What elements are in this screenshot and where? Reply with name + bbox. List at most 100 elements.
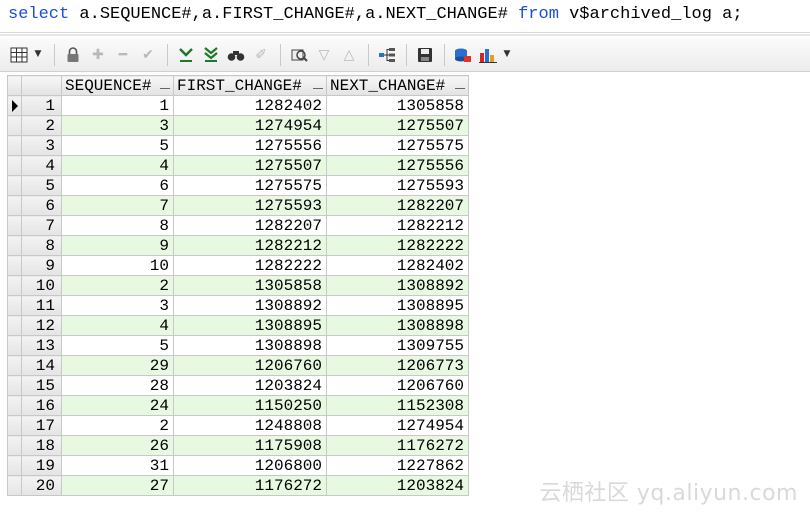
cell-first-change[interactable]: 1248808 [173, 415, 327, 436]
cell-first-change[interactable]: 1275556 [173, 135, 327, 156]
row-marker[interactable] [7, 95, 22, 116]
cell-first-change[interactable]: 1282212 [173, 235, 327, 256]
fetch-all-icon[interactable] [200, 44, 222, 66]
row-marker[interactable] [7, 235, 22, 256]
cell-sequence[interactable]: 31 [61, 455, 174, 476]
tree-icon[interactable] [376, 44, 398, 66]
cell-sequence[interactable]: 6 [61, 175, 174, 196]
row-marker[interactable] [7, 275, 22, 296]
cell-first-change[interactable]: 1308898 [173, 335, 327, 356]
row-number[interactable]: 7 [21, 215, 62, 236]
cell-first-change[interactable]: 1275575 [173, 175, 327, 196]
cell-first-change[interactable]: 1275507 [173, 155, 327, 176]
table-row[interactable]: 13 5 1308898 1309755 [7, 335, 469, 356]
row-marker[interactable] [7, 355, 22, 376]
cell-sequence[interactable]: 26 [61, 435, 174, 456]
cell-sequence[interactable]: 5 [61, 335, 174, 356]
cell-next-change[interactable]: 1176272 [326, 435, 469, 456]
cell-first-change[interactable]: 1305858 [173, 275, 327, 296]
sql-editor[interactable]: select a.SEQUENCE#,a.FIRST_CHANGE#,a.NEX… [0, 0, 810, 33]
check-icon[interactable]: ✔ [137, 44, 159, 66]
table-row[interactable]: 8 9 1282212 1282222 [7, 235, 469, 256]
cell-first-change[interactable]: 1150250 [173, 395, 327, 416]
row-number[interactable]: 16 [21, 395, 62, 416]
cell-sequence[interactable]: 4 [61, 315, 174, 336]
cell-sequence[interactable]: 3 [61, 295, 174, 316]
fetch-next-icon[interactable] [175, 44, 197, 66]
cell-next-change[interactable]: 1275507 [326, 115, 469, 136]
cell-sequence[interactable]: 28 [61, 375, 174, 396]
table-row[interactable]: 16 24 1150250 1152308 [7, 395, 469, 416]
query-by-example-icon[interactable] [288, 44, 310, 66]
row-number[interactable]: 8 [21, 235, 62, 256]
table-row[interactable]: 12 4 1308895 1308898 [7, 315, 469, 336]
cell-sequence[interactable]: 5 [61, 135, 174, 156]
table-row[interactable]: 7 8 1282207 1282212 [7, 215, 469, 236]
cell-next-change[interactable]: 1206760 [326, 375, 469, 396]
row-number[interactable]: 2 [21, 115, 62, 136]
cell-sequence[interactable]: 27 [61, 475, 174, 496]
column-menu-icon[interactable] [455, 88, 465, 89]
cell-first-change[interactable]: 1282402 [173, 95, 327, 116]
row-marker[interactable] [7, 315, 22, 336]
cell-next-change[interactable]: 1309755 [326, 335, 469, 356]
row-number[interactable]: 12 [21, 315, 62, 336]
cell-next-change[interactable]: 1282222 [326, 235, 469, 256]
chart-icon[interactable] [477, 44, 499, 66]
save-icon[interactable] [414, 44, 436, 66]
row-marker[interactable] [7, 215, 22, 236]
row-marker[interactable] [7, 335, 22, 356]
table-row[interactable]: 17 2 1248808 1274954 [7, 415, 469, 436]
column-menu-icon[interactable] [313, 88, 323, 89]
table-row[interactable]: 4 4 1275507 1275556 [7, 155, 469, 176]
cell-sequence[interactable]: 24 [61, 395, 174, 416]
table-row[interactable]: 6 7 1275593 1282207 [7, 195, 469, 216]
lock-icon[interactable] [62, 44, 84, 66]
row-number[interactable]: 10 [21, 275, 62, 296]
cell-first-change[interactable]: 1282207 [173, 215, 327, 236]
row-marker[interactable] [7, 395, 22, 416]
dropdown-arrow-icon[interactable]: ▼ [502, 44, 512, 66]
row-marker[interactable] [7, 175, 22, 196]
column-menu-icon[interactable] [160, 88, 170, 89]
cell-next-change[interactable]: 1275556 [326, 155, 469, 176]
row-marker[interactable] [7, 115, 22, 136]
clear-icon[interactable]: ✐ [250, 44, 272, 66]
row-number[interactable]: 14 [21, 355, 62, 376]
row-number[interactable]: 18 [21, 435, 62, 456]
cell-first-change[interactable]: 1176272 [173, 475, 327, 496]
cell-first-change[interactable]: 1203824 [173, 375, 327, 396]
cell-next-change[interactable]: 1308892 [326, 275, 469, 296]
cell-first-change[interactable]: 1282222 [173, 255, 327, 276]
cell-first-change[interactable]: 1206760 [173, 355, 327, 376]
row-number[interactable]: 20 [21, 475, 62, 496]
row-number[interactable]: 17 [21, 415, 62, 436]
table-row[interactable]: 19 31 1206800 1227862 [7, 455, 469, 476]
export-icon[interactable] [452, 44, 474, 66]
cell-next-change[interactable]: 1206773 [326, 355, 469, 376]
cell-first-change[interactable]: 1275593 [173, 195, 327, 216]
cell-first-change[interactable]: 1274954 [173, 115, 327, 136]
cell-first-change[interactable]: 1308892 [173, 295, 327, 316]
row-number[interactable]: 9 [21, 255, 62, 276]
table-row[interactable]: 5 6 1275575 1275593 [7, 175, 469, 196]
row-marker[interactable] [7, 255, 22, 276]
cell-next-change[interactable]: 1308898 [326, 315, 469, 336]
cell-next-change[interactable]: 1275575 [326, 135, 469, 156]
cell-next-change[interactable]: 1308895 [326, 295, 469, 316]
cell-next-change[interactable]: 1227862 [326, 455, 469, 476]
column-header-first-change[interactable]: FIRST_CHANGE# [173, 75, 327, 96]
row-marker[interactable] [7, 135, 22, 156]
row-number[interactable]: 15 [21, 375, 62, 396]
row-marker[interactable] [7, 455, 22, 476]
table-row[interactable]: 11 3 1308892 1308895 [7, 295, 469, 316]
cell-sequence[interactable]: 10 [61, 255, 174, 276]
cell-sequence[interactable]: 3 [61, 115, 174, 136]
row-number[interactable]: 4 [21, 155, 62, 176]
cell-next-change[interactable]: 1305858 [326, 95, 469, 116]
row-marker[interactable] [7, 475, 22, 496]
cell-first-change[interactable]: 1175908 [173, 435, 327, 456]
cell-sequence[interactable]: 9 [61, 235, 174, 256]
cell-next-change[interactable]: 1282207 [326, 195, 469, 216]
table-row[interactable]: 1 1 1282402 1305858 [7, 95, 469, 116]
